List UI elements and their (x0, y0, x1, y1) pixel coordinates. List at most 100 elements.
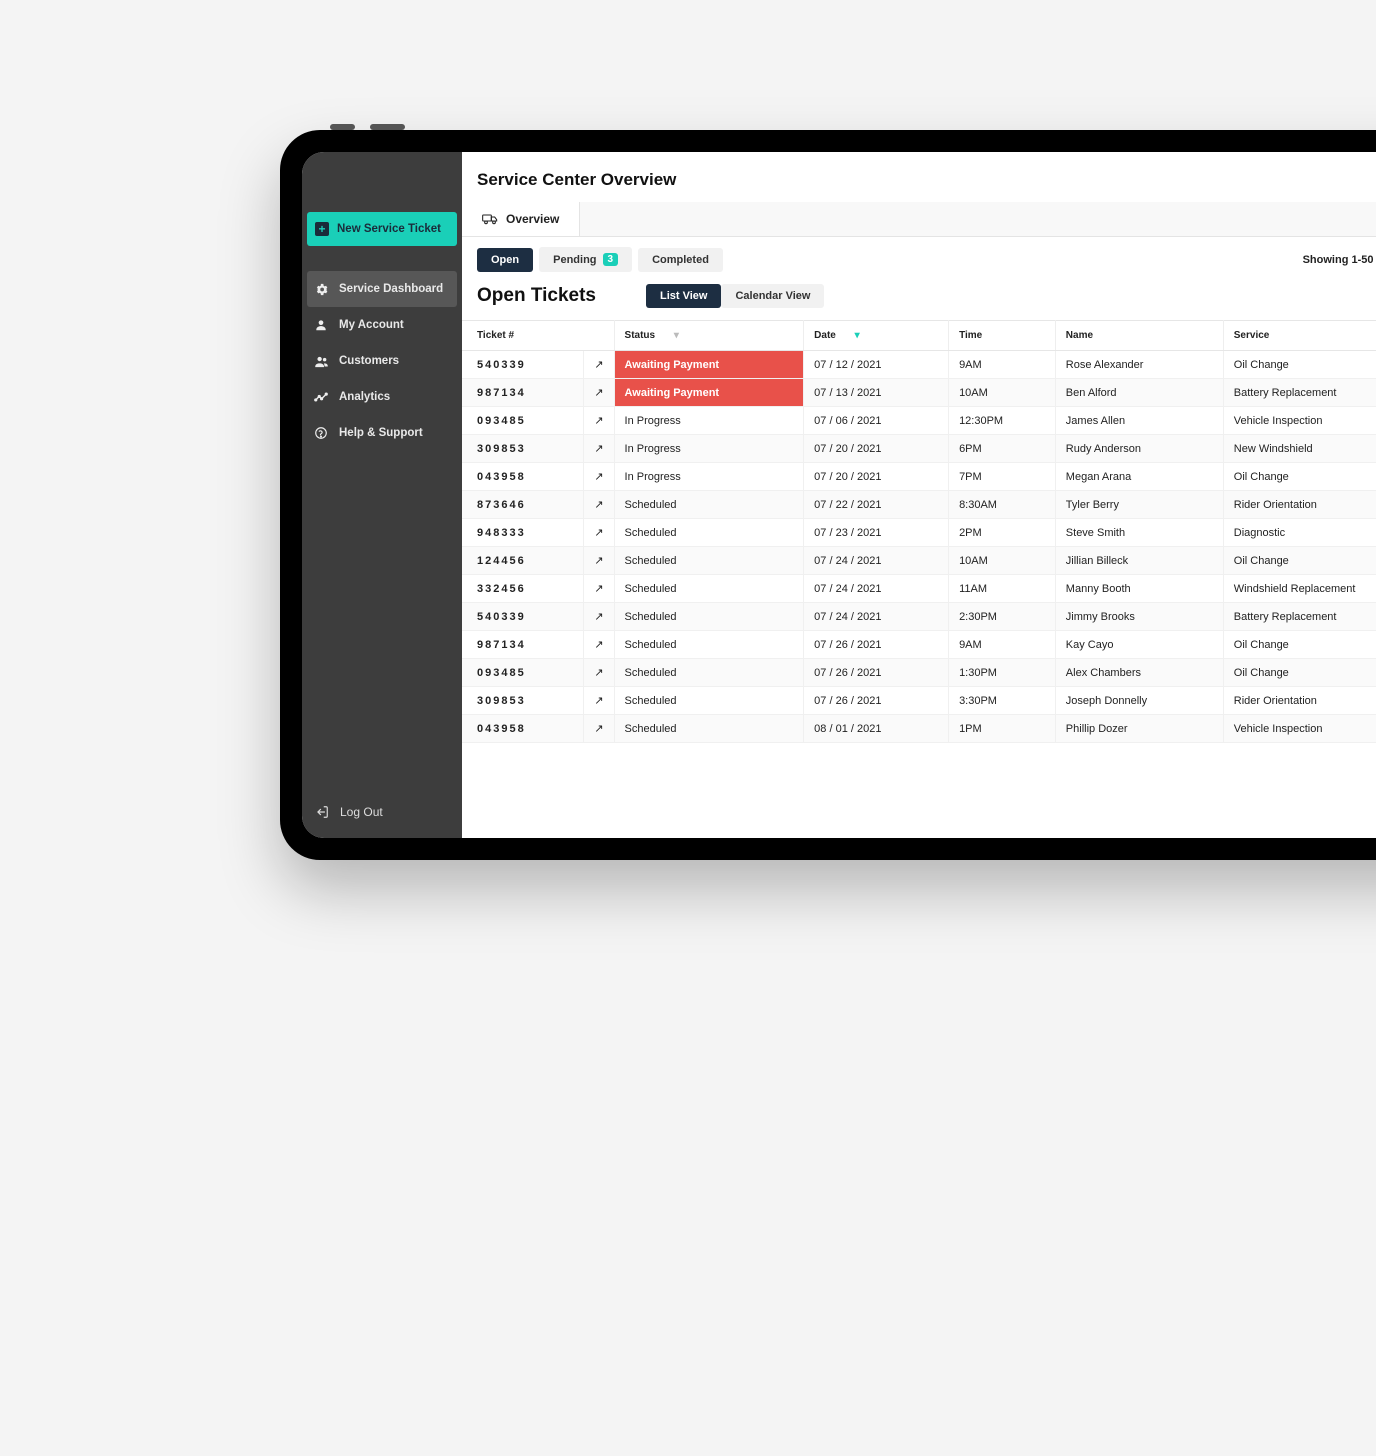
calendar-view-button[interactable]: Calendar View (721, 284, 824, 308)
open-ticket-arrow[interactable]: ↗ (584, 379, 614, 407)
filter-open[interactable]: Open (477, 248, 533, 272)
col-name[interactable]: Name (1055, 321, 1223, 351)
cell-time: 6PM (949, 435, 1056, 463)
filter-row: Open Pending 3 Completed Showing 1-50 of… (462, 237, 1376, 282)
cell-ticket: 873646 (462, 491, 584, 519)
cell-name: Manny Booth (1055, 575, 1223, 603)
filter-pending[interactable]: Pending 3 (539, 247, 632, 272)
open-ticket-arrow[interactable]: ↗ (584, 659, 614, 687)
cell-time: 1PM (949, 715, 1056, 743)
cell-service: Oil Change (1223, 631, 1376, 659)
open-ticket-arrow[interactable]: ↗ (584, 407, 614, 435)
table-row: 540339↗Awaiting Payment07 / 12 / 20219AM… (462, 351, 1376, 379)
sidebar-item-label: Help & Support (339, 427, 423, 439)
sidebar-item-customers[interactable]: Customers (307, 343, 457, 379)
cell-service: Rider Orientation (1223, 491, 1376, 519)
cell-name: Alex Chambers (1055, 659, 1223, 687)
cell-time: 12:30PM (949, 407, 1056, 435)
sidebar-item-analytics[interactable]: Analytics (307, 379, 457, 415)
col-date[interactable]: Date ▾ (804, 321, 949, 351)
cell-service: New Windshield (1223, 435, 1376, 463)
sidebar-item-label: My Account (339, 319, 404, 331)
arrow-up-right-icon: ↗ (594, 415, 603, 427)
sidebar: + New Service Ticket Service Dashboard M… (302, 152, 462, 838)
sidebar-item-my-account[interactable]: My Account (307, 307, 457, 343)
arrow-up-right-icon: ↗ (594, 387, 603, 399)
arrow-up-right-icon: ↗ (594, 499, 603, 511)
arrow-up-right-icon: ↗ (594, 667, 603, 679)
cell-name: Jimmy Brooks (1055, 603, 1223, 631)
sidebar-item-help-support[interactable]: Help & Support (307, 415, 457, 451)
cell-status: Scheduled (614, 603, 804, 631)
open-ticket-arrow[interactable]: ↗ (584, 715, 614, 743)
cell-date: 07 / 20 / 2021 (804, 435, 949, 463)
people-icon (313, 353, 329, 369)
cell-time: 9AM (949, 351, 1056, 379)
open-ticket-arrow[interactable]: ↗ (584, 491, 614, 519)
cell-time: 7PM (949, 463, 1056, 491)
cell-date: 07 / 12 / 2021 (804, 351, 949, 379)
table-row: 540339↗Scheduled07 / 24 / 20212:30PMJimm… (462, 603, 1376, 631)
cell-name: Phillip Dozer (1055, 715, 1223, 743)
cell-ticket: 043958 (462, 715, 584, 743)
cell-service: Oil Change (1223, 463, 1376, 491)
cell-status: In Progress (614, 463, 804, 491)
help-icon (313, 425, 329, 441)
open-ticket-arrow[interactable]: ↗ (584, 463, 614, 491)
cell-service: Battery Replacement (1223, 379, 1376, 407)
col-ticket[interactable]: Ticket # (462, 321, 614, 351)
open-ticket-arrow[interactable]: ↗ (584, 603, 614, 631)
cell-status: Scheduled (614, 491, 804, 519)
cell-status: Scheduled (614, 519, 804, 547)
cell-name: Megan Arana (1055, 463, 1223, 491)
open-ticket-arrow[interactable]: ↗ (584, 547, 614, 575)
cell-service: Oil Change (1223, 659, 1376, 687)
filter-completed[interactable]: Completed (638, 248, 723, 272)
cell-time: 11AM (949, 575, 1056, 603)
open-ticket-arrow[interactable]: ↗ (584, 519, 614, 547)
open-ticket-arrow[interactable]: ↗ (584, 631, 614, 659)
arrow-up-right-icon: ↗ (594, 639, 603, 651)
cell-name: Ben Alford (1055, 379, 1223, 407)
cell-time: 10AM (949, 547, 1056, 575)
page-title: Service Center Overview (477, 170, 1376, 190)
logout-label: Log Out (340, 805, 383, 819)
cell-date: 07 / 13 / 2021 (804, 379, 949, 407)
truck-icon (482, 213, 498, 225)
cell-ticket: 124456 (462, 547, 584, 575)
table-row: 309853↗Scheduled07 / 26 / 20213:30PMJose… (462, 687, 1376, 715)
calendar-view-label: Calendar View (735, 290, 810, 302)
arrow-up-right-icon: ↗ (594, 723, 603, 735)
tab-overview[interactable]: Overview (462, 202, 580, 236)
cell-name: Rudy Anderson (1055, 435, 1223, 463)
new-service-ticket-button[interactable]: + New Service Ticket (307, 212, 457, 246)
cell-name: James Allen (1055, 407, 1223, 435)
open-ticket-arrow[interactable]: ↗ (584, 575, 614, 603)
cell-date: 07 / 24 / 2021 (804, 575, 949, 603)
cell-service: Oil Change (1223, 351, 1376, 379)
cell-date: 07 / 20 / 2021 (804, 463, 949, 491)
col-status[interactable]: Status ▾ (614, 321, 804, 351)
cell-service: Oil Change (1223, 547, 1376, 575)
cell-service: Windshield Replacement (1223, 575, 1376, 603)
logout-button[interactable]: Log Out (302, 786, 462, 838)
cell-status: In Progress (614, 407, 804, 435)
cell-ticket: 987134 (462, 631, 584, 659)
table-row: 093485↗Scheduled07 / 26 / 20211:30PMAlex… (462, 659, 1376, 687)
section-header: Open Tickets List View Calendar View (462, 282, 1376, 320)
open-ticket-arrow[interactable]: ↗ (584, 351, 614, 379)
cell-status: Scheduled (614, 659, 804, 687)
cell-name: Rose Alexander (1055, 351, 1223, 379)
tablet-button (330, 124, 355, 130)
sidebar-item-service-dashboard[interactable]: Service Dashboard (307, 271, 457, 307)
section-title: Open Tickets (477, 285, 596, 307)
list-view-button[interactable]: List View (646, 284, 721, 308)
table-row: 873646↗Scheduled07 / 22 / 20218:30AMTyle… (462, 491, 1376, 519)
col-service[interactable]: Service (1223, 321, 1376, 351)
main-content: Service Center Overview Overview Open Pe… (462, 152, 1376, 838)
cell-name: Tyler Berry (1055, 491, 1223, 519)
cell-ticket: 540339 (462, 603, 584, 631)
open-ticket-arrow[interactable]: ↗ (584, 435, 614, 463)
open-ticket-arrow[interactable]: ↗ (584, 687, 614, 715)
col-time[interactable]: Time (949, 321, 1056, 351)
